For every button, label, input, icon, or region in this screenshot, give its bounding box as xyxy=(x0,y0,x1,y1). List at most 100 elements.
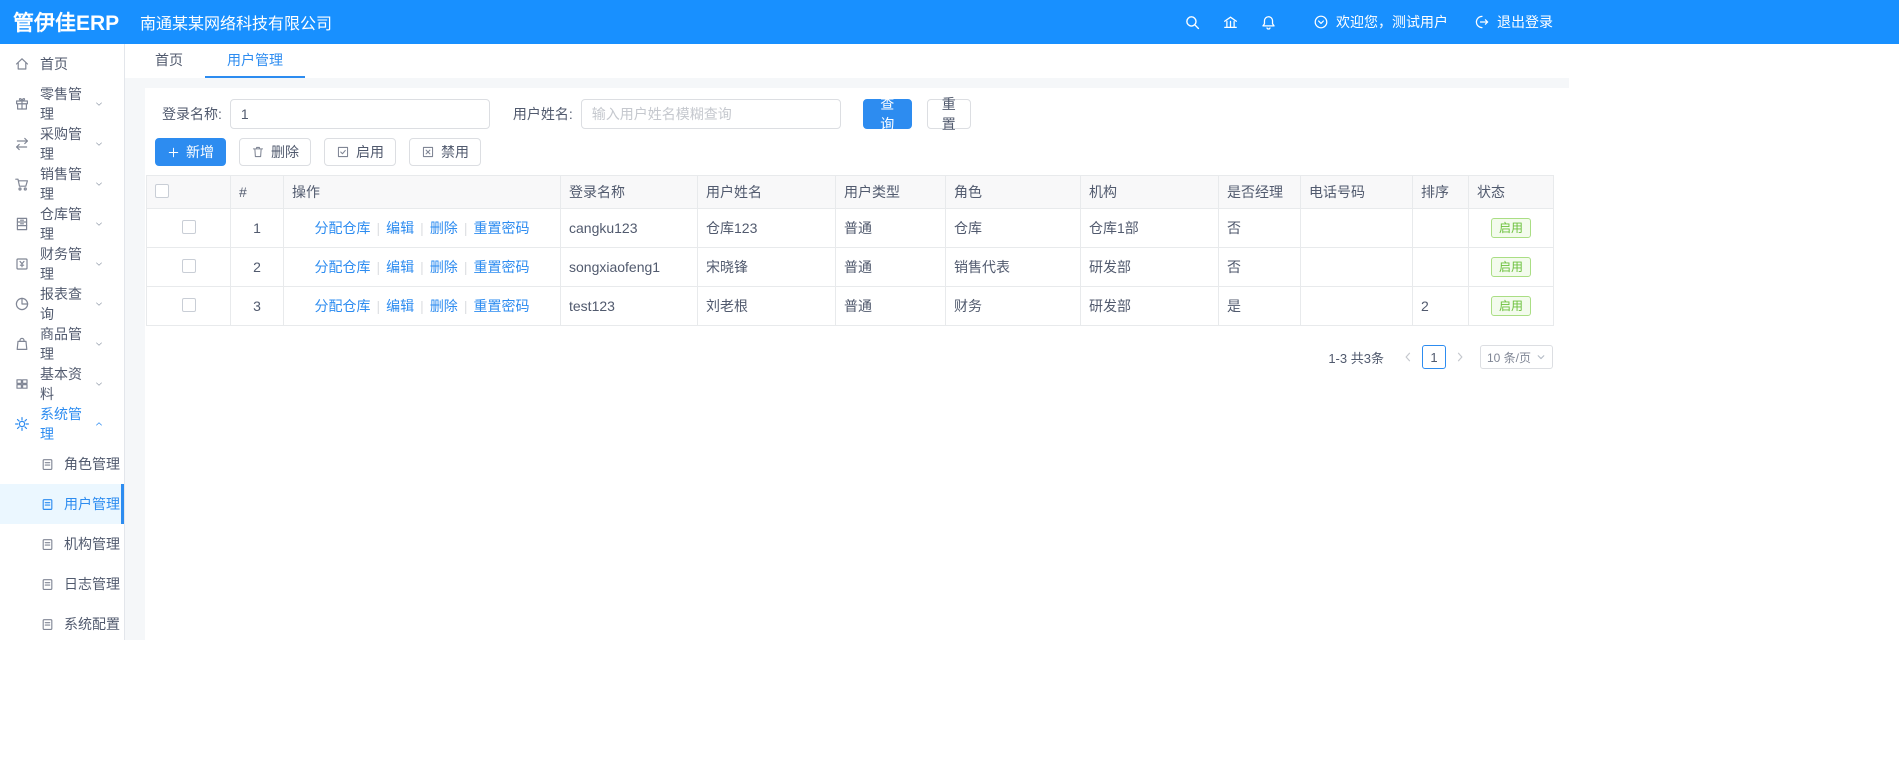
edit-link[interactable]: 编辑 xyxy=(386,220,414,236)
select-all-checkbox[interactable] xyxy=(155,183,169,198)
toolbar: 新增 删除 启用 禁用 xyxy=(146,138,1569,166)
cell-login-name: test123 xyxy=(560,286,698,326)
delete-link[interactable]: 删除 xyxy=(430,220,458,236)
sidebar-item-label: 销售管理 xyxy=(40,166,82,202)
add-button[interactable]: 新增 xyxy=(155,138,226,166)
toolbar-button-label: 新增 xyxy=(186,144,214,160)
table-row: 2 分配仓库 | 编辑 | 删除 | 重置密码 songxiaofeng1 宋晓锋 普通 销售代表 研发… xyxy=(146,247,1554,287)
sidebar-subitem-log-management[interactable]: 日志管理 xyxy=(0,564,124,604)
chevron-down-icon xyxy=(94,99,104,109)
welcome-text: 欢迎您，测试用户 xyxy=(1336,14,1448,30)
user-name-input[interactable] xyxy=(580,99,841,129)
home-icon xyxy=(14,56,30,72)
toolbar-button-label: 启用 xyxy=(356,144,384,160)
delete-link[interactable]: 删除 xyxy=(430,259,458,275)
current-page-button[interactable]: 1 xyxy=(1421,345,1446,369)
cell-status: 启用 xyxy=(1468,286,1554,326)
sidebar-item-label: 财务管理 xyxy=(40,246,82,282)
enable-button[interactable]: 启用 xyxy=(324,138,396,166)
edit-link[interactable]: 编辑 xyxy=(386,298,414,314)
sidebar-item-label: 采购管理 xyxy=(40,126,82,162)
column-header: 角色 xyxy=(945,175,1081,209)
assign-warehouse-link[interactable]: 分配仓库 xyxy=(315,298,371,314)
cell-org: 研发部 xyxy=(1080,247,1219,287)
swap-icon xyxy=(14,136,30,152)
reset-password-link[interactable]: 重置密码 xyxy=(473,298,529,314)
search-button[interactable]: 查 询 xyxy=(862,96,912,132)
chevron-down-icon xyxy=(94,299,104,309)
select-all-header xyxy=(146,175,231,209)
reset-password-link[interactable]: 重置密码 xyxy=(473,259,529,275)
tab-user-management[interactable]: 用户管理 xyxy=(205,44,305,78)
sidebar-item-goods[interactable]: 商品管理 xyxy=(0,324,124,364)
sidebar-subitem-role-management[interactable]: 角色管理 xyxy=(0,444,124,484)
delete-link[interactable]: 删除 xyxy=(430,298,458,314)
chevron-down-icon xyxy=(94,139,104,149)
cell-user-name: 宋晓锋 xyxy=(697,247,836,287)
sidebar-item-home[interactable]: 首页 xyxy=(0,44,124,84)
sidebar-subitem-user-management[interactable]: 用户管理 xyxy=(0,484,124,524)
login-name-input[interactable] xyxy=(229,99,490,129)
disable-button[interactable]: 禁用 xyxy=(409,138,481,166)
logout-button[interactable]: 退出登录 xyxy=(1474,12,1553,32)
tab-bar: 首页 用户管理 xyxy=(125,44,1569,78)
sidebar-item-sales[interactable]: 销售管理 xyxy=(0,164,124,204)
sidebar-item-label: 基本资料 xyxy=(40,366,82,402)
row-checkbox[interactable] xyxy=(181,258,196,273)
assign-warehouse-link[interactable]: 分配仓库 xyxy=(315,220,371,236)
column-header: 用户类型 xyxy=(835,175,946,209)
sidebar-item-report[interactable]: 报表查询 xyxy=(0,284,124,324)
company-name: 南通某某网络科技有限公司 xyxy=(140,16,333,33)
user-menu[interactable]: 欢迎您，测试用户 xyxy=(1313,12,1448,32)
cell-role: 仓库 xyxy=(945,208,1081,248)
cell-sort: 2 xyxy=(1412,286,1469,326)
row-index-cell: 1 xyxy=(230,208,284,248)
sidebar-subitem-label: 机构管理 xyxy=(64,536,120,552)
row-select-cell xyxy=(146,208,231,248)
sidebar-item-system[interactable]: 系统管理 xyxy=(0,404,124,444)
delete-button[interactable]: 删除 xyxy=(239,138,311,166)
sidebar-item-retail[interactable]: 零售管理 xyxy=(0,84,124,124)
reset-password-link[interactable]: 重置密码 xyxy=(473,220,529,236)
bell-icon[interactable] xyxy=(1249,14,1287,31)
reset-button[interactable]: 重 置 xyxy=(926,96,971,132)
sidebar-item-basic-data[interactable]: 基本资料 xyxy=(0,364,124,404)
action-separator: | xyxy=(420,298,424,314)
action-separator: | xyxy=(420,220,424,236)
sidebar-item-purchase[interactable]: 采购管理 xyxy=(0,124,124,164)
cart-icon xyxy=(14,176,30,192)
finance-icon xyxy=(14,256,30,272)
row-checkbox[interactable] xyxy=(181,297,196,312)
sidebar-item-label: 系统管理 xyxy=(40,406,82,442)
sidebar-subitem-org-management[interactable]: 机构管理 xyxy=(0,524,124,564)
topbar-inner: 管伊佳ERP 南通某某网络科技有限公司 欢迎您，测试用户 退出登录 xyxy=(0,0,1569,44)
edit-link[interactable]: 编辑 xyxy=(386,259,414,275)
row-index-cell: 3 xyxy=(230,286,284,326)
assign-warehouse-link[interactable]: 分配仓库 xyxy=(315,259,371,275)
chevron-down-icon xyxy=(94,179,104,189)
home-building-icon[interactable] xyxy=(1211,14,1249,31)
sidebar-subitem-system-config[interactable]: 系统配置 xyxy=(0,604,124,644)
table-row: 3 分配仓库 | 编辑 | 删除 | 重置密码 test123 刘老根 普通 财务 研发部是 2 启用 xyxy=(146,286,1554,326)
sidebar-subitem-label: 日志管理 xyxy=(64,576,120,592)
search-icon[interactable] xyxy=(1173,14,1211,31)
check-square-icon xyxy=(336,145,350,159)
action-separator: | xyxy=(420,259,424,275)
page-size-select[interactable]: 10 条/页 xyxy=(1479,345,1553,369)
page-size-value: 10 条/页 xyxy=(1486,350,1531,365)
tab-home[interactable]: 首页 xyxy=(133,44,205,78)
next-page-button[interactable] xyxy=(1448,351,1472,363)
sidebar-item-warehouse[interactable]: 仓库管理 xyxy=(0,204,124,244)
cell-status: 启用 xyxy=(1468,247,1554,287)
row-checkbox[interactable] xyxy=(181,219,196,234)
doc-icon xyxy=(40,617,55,632)
column-header: 电话号码 xyxy=(1300,175,1413,209)
prev-page-button[interactable] xyxy=(1396,351,1420,363)
content-area: 首页用户管理 登录名称: 用户姓名: 查 询 重 置 新增删除启用禁用 #操作登… xyxy=(125,44,1569,640)
cell-is-manager: 否 xyxy=(1218,247,1301,287)
action-separator: | xyxy=(376,298,381,314)
logout-text: 退出登录 xyxy=(1497,14,1553,30)
sidebar-item-finance[interactable]: 财务管理 xyxy=(0,244,124,284)
cell-sort xyxy=(1412,208,1469,248)
action-separator: | xyxy=(463,220,468,236)
